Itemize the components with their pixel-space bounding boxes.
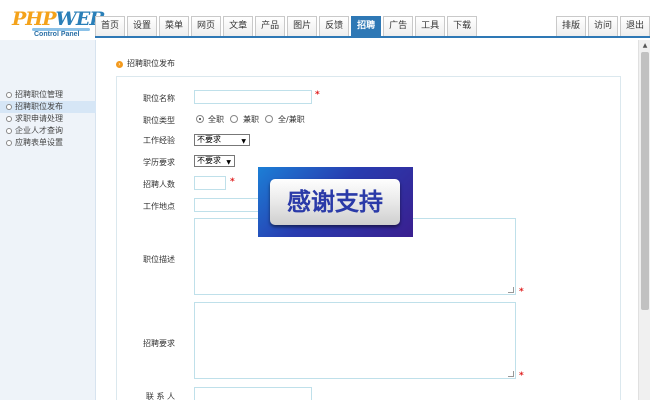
breadcrumb: › 招聘职位发布	[116, 58, 175, 69]
education-select-value: 不要求	[197, 156, 221, 165]
job-type-radio-group: 全职 兼职 全/兼职	[196, 115, 336, 125]
tab-ads[interactable]: 广告	[383, 16, 414, 36]
tab-visit[interactable]: 访问	[587, 16, 618, 36]
dropdown-arrow-icon: ▼	[241, 138, 246, 145]
headcount-label: 招聘人数	[143, 180, 175, 189]
tab-menu[interactable]: 菜单	[159, 16, 190, 36]
job-type-label: 职位类型	[143, 116, 175, 125]
tab-feedback[interactable]: 反馈	[319, 16, 350, 36]
dropdown-arrow-icon: ▼	[226, 159, 231, 166]
contact-input[interactable]	[194, 387, 312, 400]
experience-select[interactable]: 不要求 ▼	[194, 134, 250, 146]
job-type-both-label: 全/兼职	[278, 115, 305, 124]
tab-articles[interactable]: 文章	[223, 16, 254, 36]
required-mark: *	[519, 371, 524, 381]
logo-subtitle: Control Panel	[34, 31, 80, 38]
requirements-textarea[interactable]	[194, 302, 516, 379]
tab-recruitment[interactable]: 招聘	[351, 16, 382, 36]
education-label: 学历要求	[143, 158, 175, 167]
tab-pages[interactable]: 网页	[191, 16, 222, 36]
sidebar-item-applications[interactable]: 求职申请处理	[0, 113, 96, 125]
experience-select-value: 不要求	[197, 135, 221, 144]
sidebar: 招聘职位管理 招聘职位发布 求职申请处理 企业人才查询 应聘表单设置	[0, 40, 96, 400]
required-mark: *	[519, 287, 524, 297]
sidebar-item-talent-search[interactable]: 企业人才查询	[0, 125, 96, 137]
right-nav: 排版 访问 退出	[555, 16, 650, 36]
resize-grip-icon[interactable]	[508, 371, 514, 377]
position-name-label: 职位名称	[143, 94, 175, 103]
header: PHPWEB Control Panel 首页 设置 菜单 网页 文章 产品 图…	[0, 0, 650, 40]
bullet-icon	[6, 104, 12, 110]
logo-text: PHPWEB	[12, 8, 105, 30]
location-label: 工作地点	[143, 202, 175, 211]
sidebar-item-label: 招聘职位发布	[15, 102, 63, 111]
tab-downloads[interactable]: 下载	[447, 16, 478, 36]
required-mark: *	[230, 177, 235, 187]
scroll-up-arrow-icon[interactable]: ▲	[639, 40, 650, 52]
logo: PHPWEB Control Panel	[12, 8, 105, 38]
main-nav: 首页 设置 菜单 网页 文章 产品 图片 反馈 招聘 广告 工具 下载	[95, 16, 479, 36]
nav-underline	[95, 36, 650, 38]
headcount-input[interactable]	[194, 176, 226, 190]
tab-layout[interactable]: 排版	[555, 16, 586, 36]
tab-tools[interactable]: 工具	[415, 16, 446, 36]
breadcrumb-text: 招聘职位发布	[127, 59, 175, 68]
bullet-icon	[6, 92, 12, 98]
sidebar-item-form-settings[interactable]: 应聘表单设置	[0, 137, 96, 149]
bullet-icon	[6, 116, 12, 122]
position-name-input[interactable]	[194, 90, 312, 104]
sidebar-menu: 招聘职位管理 招聘职位发布 求职申请处理 企业人才查询 应聘表单设置	[0, 89, 96, 149]
tab-settings[interactable]: 设置	[127, 16, 158, 36]
bullet-icon	[6, 140, 12, 146]
tab-home[interactable]: 首页	[95, 16, 126, 36]
arrow-circle-icon: ›	[116, 61, 123, 68]
sidebar-item-label: 应聘表单设置	[15, 138, 63, 147]
tab-images[interactable]: 图片	[287, 16, 318, 36]
bullet-icon	[6, 128, 12, 134]
sidebar-item-label: 求职申请处理	[15, 114, 63, 123]
sidebar-item-label: 招聘职位管理	[15, 90, 63, 99]
sidebar-item-job-publish[interactable]: 招聘职位发布	[0, 101, 96, 113]
resize-grip-icon[interactable]	[508, 287, 514, 293]
contact-label: 联 系 人	[145, 392, 175, 400]
job-form: 职位名称 * 职位类型 全职 兼职 全/兼职 工作经验 不要求 ▼ 学历要求 不要…	[116, 76, 621, 400]
job-type-both-radio[interactable]	[265, 115, 273, 123]
job-type-fulltime-label: 全职	[208, 115, 224, 124]
tab-logout[interactable]: 退出	[619, 16, 650, 36]
job-type-fulltime-radio[interactable]	[196, 115, 204, 123]
required-mark: *	[315, 90, 320, 100]
description-label: 职位描述	[143, 255, 175, 264]
scrollbar-thumb[interactable]	[641, 52, 649, 310]
job-type-parttime-label: 兼职	[243, 115, 259, 124]
experience-label: 工作经验	[143, 136, 175, 145]
thanks-badge-text: 感谢支持	[270, 179, 400, 225]
tab-products[interactable]: 产品	[255, 16, 286, 36]
scrollbar[interactable]: ▲	[638, 40, 650, 400]
education-select[interactable]: 不要求 ▼	[194, 155, 235, 167]
job-type-parttime-radio[interactable]	[230, 115, 238, 123]
sidebar-item-job-management[interactable]: 招聘职位管理	[0, 89, 96, 101]
sidebar-item-label: 企业人才查询	[15, 126, 63, 135]
thanks-badge: 感谢支持	[258, 167, 413, 237]
requirements-label: 招聘要求	[143, 339, 175, 348]
